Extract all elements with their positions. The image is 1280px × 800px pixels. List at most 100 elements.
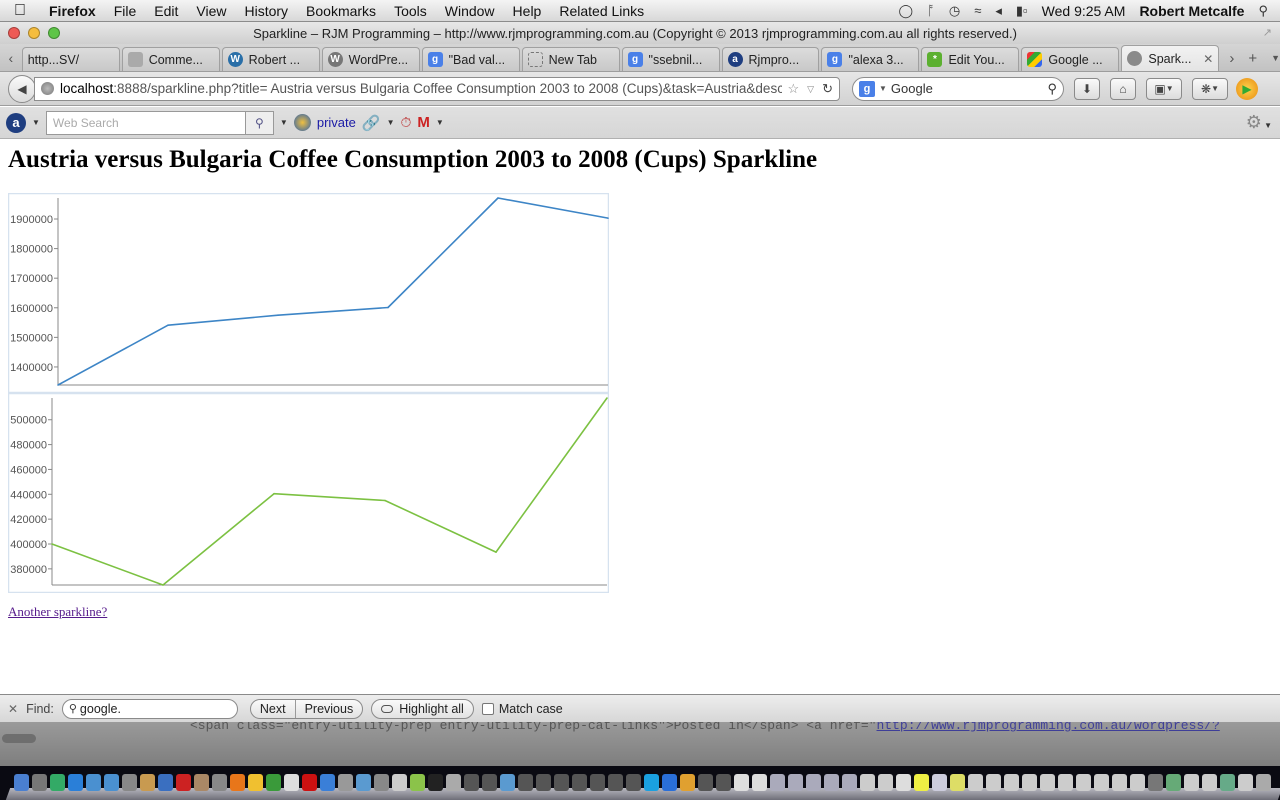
dock-app-icon[interactable] xyxy=(176,774,191,791)
dock-app-icon[interactable] xyxy=(626,774,641,791)
tab[interactable]: g "ssebnil... xyxy=(621,47,720,71)
fullscreen-icon[interactable]: ↗ xyxy=(1263,26,1272,39)
dock-app-icon[interactable] xyxy=(608,774,623,791)
menu-related-links[interactable]: Related Links xyxy=(550,3,653,19)
dock-app-icon[interactable] xyxy=(500,774,515,791)
dock-app-icon[interactable] xyxy=(302,774,317,791)
evernote-status-icon[interactable]: ◯ xyxy=(898,3,913,19)
tab[interactable]: g "alexa 3... xyxy=(821,47,920,71)
dock-app-icon[interactable] xyxy=(1148,774,1163,791)
dock-app-icon[interactable] xyxy=(1094,774,1109,791)
search-bar[interactable]: g ▼ Google ⚲ xyxy=(852,76,1064,101)
volume-icon[interactable]: ◂ xyxy=(995,3,1002,19)
battery-icon[interactable]: ▮▫ xyxy=(1016,3,1028,19)
dock-app-icon[interactable] xyxy=(320,774,335,791)
tabs-scroll-left-button[interactable]: ‹ xyxy=(0,45,22,71)
tab[interactable]: g "Bad val... xyxy=(421,47,520,71)
dock-app-icon[interactable] xyxy=(50,774,65,791)
dock-app-icon[interactable] xyxy=(14,774,29,791)
dock-app-icon[interactable] xyxy=(986,774,1001,791)
apple-menu-icon[interactable]:  xyxy=(0,2,40,20)
dock-app-icon[interactable] xyxy=(878,774,893,791)
private-globe-icon[interactable] xyxy=(293,114,311,131)
dock-app-icon[interactable] xyxy=(950,774,965,791)
dock-app-icon[interactable] xyxy=(1004,774,1019,791)
dock-app-icon[interactable] xyxy=(716,774,731,791)
dock-app-icon[interactable] xyxy=(914,774,929,791)
tab[interactable]: http...SV/ xyxy=(21,47,120,71)
find-next-button[interactable]: Next xyxy=(251,700,295,718)
another-sparkline-link[interactable]: Another sparkline? xyxy=(8,604,107,620)
dock-app-icon[interactable] xyxy=(428,774,443,791)
dock-app-icon[interactable] xyxy=(140,774,155,791)
dock-app-icon[interactable] xyxy=(698,774,713,791)
dock-app-icon[interactable] xyxy=(644,774,659,791)
dock-app-icon[interactable] xyxy=(1184,774,1199,791)
tab[interactable]: Comme... xyxy=(121,47,220,71)
dock-app-icon[interactable] xyxy=(788,774,803,791)
dock-app-icon[interactable] xyxy=(1022,774,1037,791)
url-bar[interactable]: localhost:8888/sparkline.php?title= Aust… xyxy=(34,76,840,101)
tab-active[interactable]: Spark... ✕ xyxy=(1121,45,1220,71)
dock-app-icon[interactable] xyxy=(860,774,875,791)
dock-app-icon[interactable] xyxy=(1238,774,1253,791)
dock-app-icon[interactable] xyxy=(374,774,389,791)
bookmark-star-icon[interactable]: ☆ xyxy=(788,81,800,97)
private-button[interactable]: private xyxy=(317,115,356,130)
checkbox-icon[interactable] xyxy=(481,702,494,715)
dock-app-icon[interactable] xyxy=(662,774,677,791)
dock-app-icon[interactable] xyxy=(1112,774,1127,791)
tab[interactable]: Google ... xyxy=(1021,47,1120,71)
dock-app-icon[interactable] xyxy=(32,774,47,791)
reload-icon[interactable]: ↻ xyxy=(822,81,833,97)
dock-app-icon[interactable] xyxy=(464,774,479,791)
addon-play-icon[interactable]: ▶ xyxy=(1236,77,1258,100)
menu-tools[interactable]: Tools xyxy=(385,3,436,19)
menu-file[interactable]: File xyxy=(105,3,146,19)
dock-app-icon[interactable] xyxy=(896,774,911,791)
time-machine-icon[interactable]: ◷ xyxy=(949,3,960,19)
link-chain-icon[interactable]: 🔗 xyxy=(362,114,381,132)
menu-clock[interactable]: Wed 9:25 AM xyxy=(1042,3,1126,19)
close-find-bar-icon[interactable]: ✕ xyxy=(8,702,18,716)
horizontal-scrollbar[interactable] xyxy=(2,734,36,743)
find-input[interactable]: ⚲ google. xyxy=(61,698,238,719)
alexa-icon[interactable]: a xyxy=(6,112,26,133)
dock-app-icon[interactable] xyxy=(194,774,209,791)
dock-app-icon[interactable] xyxy=(1076,774,1091,791)
tab[interactable]: W WordPre... xyxy=(321,47,420,71)
dock-app-icon[interactable] xyxy=(410,774,425,791)
menu-history[interactable]: History xyxy=(235,3,297,19)
dock-app-icon[interactable] xyxy=(1040,774,1055,791)
dock-app-icon[interactable] xyxy=(248,774,263,791)
google-engine-icon[interactable]: g xyxy=(859,80,875,97)
tab[interactable]: W Robert ... xyxy=(221,47,320,71)
dock-app-icon[interactable] xyxy=(1220,774,1235,791)
dock-app-icon[interactable] xyxy=(572,774,587,791)
dock-app-icon[interactable] xyxy=(338,774,353,791)
dock-app-icon[interactable] xyxy=(104,774,119,791)
dock-app-icon[interactable] xyxy=(266,774,281,791)
search-input[interactable]: Google xyxy=(891,81,933,96)
link-dropdown-icon[interactable]: ▼ xyxy=(387,118,395,127)
dock-app-icon[interactable] xyxy=(536,774,551,791)
dock-app-icon[interactable] xyxy=(1130,774,1145,791)
history-dropdown-icon[interactable]: ▽ xyxy=(807,81,814,97)
dock-app-icon[interactable] xyxy=(68,774,83,791)
bookmarks-menu-button[interactable]: ▣ ▼ xyxy=(1146,77,1182,100)
engine-dropdown-icon[interactable]: ▼ xyxy=(879,84,887,93)
list-all-tabs-icon[interactable]: ▼ xyxy=(1271,53,1280,63)
dock-app-icon[interactable] xyxy=(1256,774,1271,791)
dock-app-icon[interactable] xyxy=(86,774,101,791)
menu-app-firefox[interactable]: Firefox xyxy=(40,3,105,19)
find-previous-button[interactable]: Previous xyxy=(294,699,363,718)
web-search-input[interactable]: Web Search xyxy=(45,110,246,135)
dock-app-icon[interactable] xyxy=(356,774,371,791)
tabs-scroll-right-button[interactable]: › xyxy=(1229,50,1234,67)
dock-app-icon[interactable] xyxy=(734,774,749,791)
menu-bookmarks[interactable]: Bookmarks xyxy=(297,3,385,19)
home-button[interactable]: ⌂ xyxy=(1110,77,1136,100)
match-case-checkbox[interactable]: Match case xyxy=(481,702,563,716)
tab[interactable]: New Tab xyxy=(521,47,620,71)
back-button[interactable]: ◀ xyxy=(8,74,36,103)
